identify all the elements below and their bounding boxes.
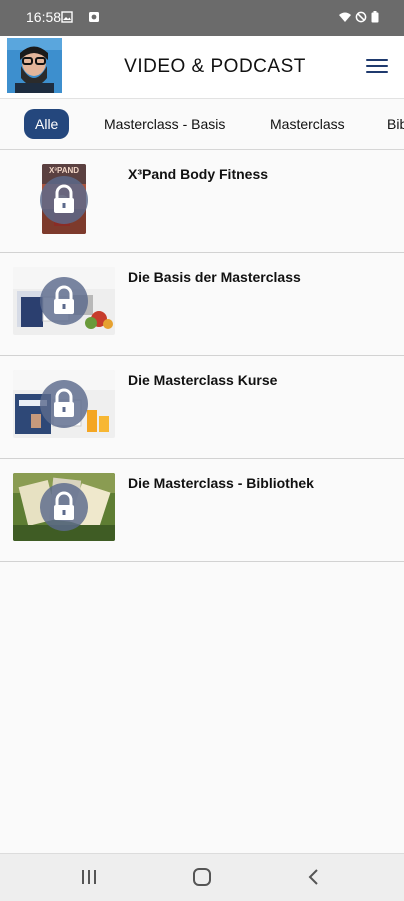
list-item[interactable]: Die Masterclass Kurse	[0, 356, 404, 459]
content-list: X³PAND X³Pand Body Fitness Die Basis der…	[0, 150, 404, 562]
lock-icon	[40, 380, 88, 428]
tab-alle[interactable]: Alle	[24, 109, 70, 139]
app-header: VIDEO & PODCAST	[0, 36, 404, 99]
back-icon[interactable]	[306, 867, 322, 887]
status-bar: 16:58	[0, 0, 404, 36]
system-nav-bar	[0, 853, 404, 901]
item-title: Die Basis der Masterclass	[128, 269, 301, 285]
tab-masterclass[interactable]: Masterclass	[270, 109, 345, 139]
lock-icon	[40, 483, 88, 531]
list-item[interactable]: Die Masterclass - Bibliothek	[0, 459, 404, 562]
list-item[interactable]: X³PAND X³Pand Body Fitness	[0, 150, 404, 253]
lock-icon	[40, 176, 88, 224]
tab-bibliothek[interactable]: Bibliothek	[387, 109, 404, 139]
tab-masterclass-basis[interactable]: Masterclass - Basis	[104, 109, 225, 139]
hamburger-menu-button[interactable]	[366, 59, 388, 77]
menu-line	[366, 59, 388, 61]
wifi-icon	[339, 12, 351, 22]
avatar-logo[interactable]	[7, 38, 62, 93]
menu-line	[366, 71, 388, 73]
list-item[interactable]: Die Basis der Masterclass	[0, 253, 404, 356]
gallery-notification-icon	[61, 11, 73, 23]
battery-icon	[371, 11, 379, 23]
page-title: VIDEO & PODCAST	[124, 56, 306, 77]
thumbnail-text: X³PAND	[48, 166, 80, 175]
photo-notification-icon	[89, 12, 99, 22]
status-time: 16:58	[26, 9, 62, 25]
item-title: Die Masterclass Kurse	[128, 372, 278, 388]
menu-line	[366, 65, 388, 67]
filter-tabs: Alle Masterclass - Basis Masterclass Bib…	[0, 99, 404, 150]
lock-icon	[40, 277, 88, 325]
home-icon[interactable]	[192, 867, 212, 887]
do-not-disturb-icon	[355, 11, 367, 23]
item-title: Die Masterclass - Bibliothek	[128, 475, 314, 491]
recent-apps-icon[interactable]	[80, 867, 98, 887]
item-title: X³Pand Body Fitness	[128, 166, 269, 182]
